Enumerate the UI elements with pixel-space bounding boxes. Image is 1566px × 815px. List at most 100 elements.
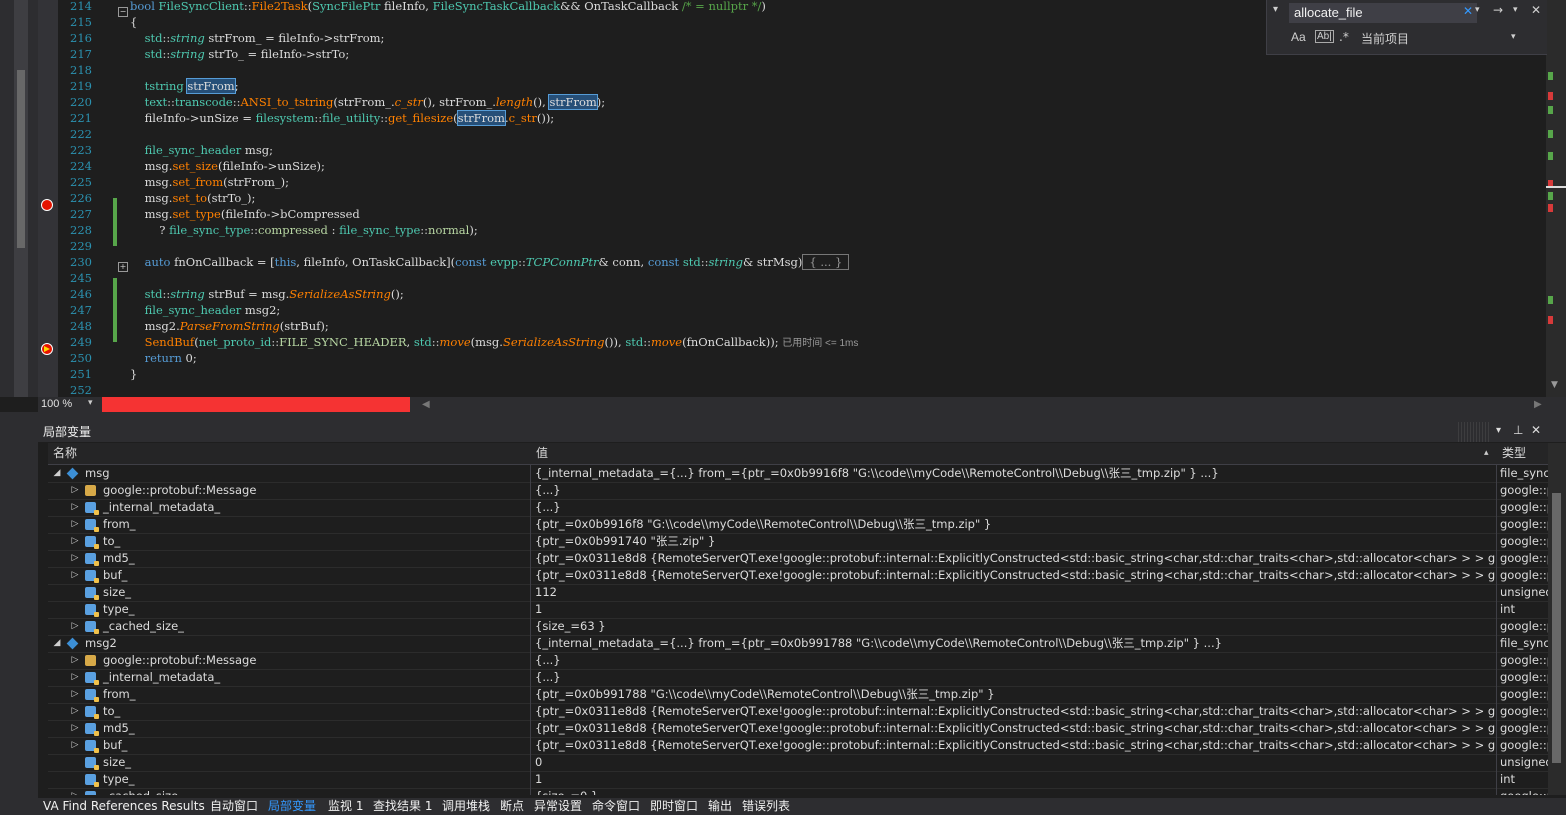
code-line[interactable]: 219 tstring strFrom; [58,78,1546,94]
scope-dropdown-icon[interactable]: ▾ [1511,32,1516,42]
scroll-left-icon[interactable]: ◀ [422,397,430,412]
scroll-right-icon[interactable]: ▶ [1534,397,1542,412]
expand-arrow-icon[interactable]: ▷ [70,482,80,499]
code-text[interactable]: fileInfo->unSize = filesystem::file_util… [130,110,554,126]
locals-row[interactable]: ▷ md5_ {ptr_=0x0311e8d8 {RemoteServerQT.ex… [48,720,1548,738]
expand-replace-chevron-icon[interactable]: ▾ [1273,4,1278,15]
close-panel-icon[interactable]: ✕ [1531,423,1541,437]
code-line[interactable]: 250 return 0; [58,350,1546,366]
tab-3[interactable]: 监视 1 [328,798,363,815]
tab-0[interactable]: VA Find References Results [43,798,205,815]
code-line[interactable]: 220 text::transcode::ANSI_to_tstring(str… [58,94,1546,110]
panel-splitter[interactable] [0,412,1566,422]
locals-scrollbar-thumb[interactable] [1552,493,1561,763]
code-line[interactable]: 229 [58,238,1546,254]
code-line[interactable]: 246 std::string strBuf = msg.SerializeAs… [58,286,1546,302]
variable-value[interactable]: {ptr_=0x0311e8d8 {RemoteServerQT.exe!goo… [535,737,1495,754]
code-text[interactable]: text::transcode::ANSI_to_tstring(strFrom… [130,94,605,110]
search-dropdown-icon[interactable]: ▾ [1475,5,1480,15]
code-text[interactable]: file_sync_header msg2; [130,302,281,318]
code-text[interactable]: file_sync_header msg; [130,142,273,158]
code-text[interactable]: return 0; [130,350,197,366]
zoom-level[interactable]: 100 % [41,397,72,412]
locals-row[interactable]: ▷ _cached_size_ {size_=63 } google::protobu… [48,618,1548,636]
code-text[interactable]: ? file_sync_type::compressed : file_sync… [130,222,477,238]
tab-2[interactable]: 局部变量 [268,798,316,815]
regex-toggle[interactable]: .* [1339,30,1349,44]
variable-value[interactable]: {ptr_=0x0311e8d8 {RemoteServerQT.exe!goo… [535,550,1495,567]
breakpoint-icon[interactable] [41,199,53,211]
locals-row[interactable]: ▷ from_ {ptr_=0x0b9916f8 "G:\\code\\myCode… [48,516,1548,534]
locals-row[interactable]: ▷ _internal_metadata_ {...} google::protobu… [48,669,1548,687]
expand-arrow-icon[interactable]: ▷ [70,788,80,795]
collapse-arrow-icon[interactable]: ◢ [52,465,62,482]
find-next-icon[interactable]: → [1493,3,1503,17]
code-text[interactable]: std::string strBuf = msg.SerializeAsStri… [130,286,404,302]
tab-8[interactable]: 命令窗口 [592,798,640,815]
code-text[interactable]: std::string strTo_ = fileInfo->strTo; [130,46,350,62]
tab-6[interactable]: 断点 [500,798,524,815]
locals-row[interactable]: type_ 1 int [48,601,1548,619]
collapse-region-icon[interactable]: − [118,7,128,17]
tab-5[interactable]: 调用堆栈 [442,798,490,815]
tab-4[interactable]: 查找结果 1 [373,798,432,815]
search-scope[interactable]: 当前项目 [1361,30,1409,47]
variable-value[interactable]: 1 [535,771,1495,788]
expand-arrow-icon[interactable]: ▷ [70,550,80,567]
expand-arrow-icon[interactable]: ▷ [70,618,80,635]
code-line[interactable]: 221 fileInfo->unSize = filesystem::file_… [58,110,1546,126]
code-text[interactable]: auto fnOnCallback = [this, fileInfo, OnT… [130,254,850,270]
code-line[interactable]: 226 msg.set_to(strTo_); [58,190,1546,206]
locals-row[interactable]: size_ 0 unsigned __int64 [48,754,1548,772]
code-line[interactable]: 223 file_sync_header msg; [58,142,1546,158]
code-text[interactable]: msg.set_size(fileInfo->unSize); [130,158,325,174]
locals-row[interactable]: ◢ msg {_internal_metadata_={...} from_={pt… [48,465,1548,483]
code-text[interactable]: { [130,14,137,30]
expand-arrow-icon[interactable]: ▷ [70,567,80,584]
tab-11[interactable]: 错误列表 [742,798,790,815]
code-text[interactable]: std::string strFrom_ = fileInfo->strFrom… [130,30,385,46]
variable-value[interactable]: {size_=63 } [535,618,1495,635]
variable-value[interactable]: {size_=0 } [535,788,1495,795]
tab-9[interactable]: 即时窗口 [650,798,698,815]
variable-value[interactable]: 112 [535,584,1495,601]
variable-value[interactable]: {ptr_=0x0311e8d8 {RemoteServerQT.exe!goo… [535,567,1495,584]
locals-row[interactable]: ▷ md5_ {ptr_=0x0311e8d8 {RemoteServerQT.ex… [48,550,1548,568]
expand-arrow-icon[interactable]: ▷ [70,533,80,550]
locals-row[interactable]: ◢ msg2 {_internal_metadata_={...} from_={p… [48,635,1548,653]
column-type[interactable]: 类型 [1502,443,1526,464]
variable-value[interactable]: {...} [535,482,1495,499]
tab-7[interactable]: 异常设置 [534,798,582,815]
variable-value[interactable]: {...} [535,652,1495,669]
locals-row[interactable]: ▷ _cached_size_ {size_=0 } google::protobuf… [48,788,1548,795]
expand-arrow-icon[interactable]: ▷ [70,703,80,720]
locals-row[interactable]: ▷ from_ {ptr_=0x0b991788 "G:\\code\\myCode… [48,686,1548,704]
code-text[interactable]: msg.set_to(strTo_); [130,190,256,206]
code-line[interactable]: 251} [58,366,1546,382]
whole-word-toggle[interactable]: Ab| [1315,30,1334,43]
locals-row[interactable]: ▷ to_ {ptr_=0x0b991740 "张三.zip" } google::p… [48,533,1548,551]
panel-menu-icon[interactable]: ▾ [1496,425,1501,436]
locals-row[interactable]: ▷ google::protobuf::Message {...} google::p… [48,652,1548,670]
variable-value[interactable]: {_internal_metadata_={...} from_={ptr_=0… [535,465,1495,482]
code-text[interactable]: } [130,366,137,382]
expand-arrow-icon[interactable]: ▷ [70,686,80,703]
expand-region-icon[interactable]: + [118,262,128,272]
code-line[interactable]: 228 ? file_sync_type::compressed : file_… [58,222,1546,238]
variable-value[interactable]: {ptr_=0x0b9916f8 "G:\\code\\myCode\\Remo… [535,516,1495,533]
locals-row[interactable]: ▷ to_ {ptr_=0x0311e8d8 {RemoteServerQT.exe… [48,703,1548,721]
code-text[interactable]: bool FileSyncClient::File2Task(SyncFileP… [130,0,766,14]
close-find-icon[interactable]: ✕ [1531,3,1541,17]
left-scrollbar-thumb[interactable] [17,70,25,248]
code-editor[interactable]: 214 bool FileSyncClient::File2Task(SyncFi… [58,0,1546,397]
expand-arrow-icon[interactable]: ▷ [70,499,80,516]
code-text[interactable]: msg.set_from(strFrom_); [130,174,289,190]
column-name[interactable]: 名称 [53,443,77,464]
variable-value[interactable]: {_internal_metadata_={...} from_={ptr_=0… [535,635,1495,652]
code-line[interactable]: 222 [58,126,1546,142]
variable-value[interactable]: {ptr_=0x0311e8d8 {RemoteServerQT.exe!goo… [535,703,1495,720]
collapse-arrow-icon[interactable]: ◢ [52,635,62,652]
variable-value[interactable]: {ptr_=0x0b991740 "张三.zip" } [535,533,1495,550]
column-sort-icon[interactable]: ▴ [1484,448,1489,458]
locals-row[interactable]: ▷ buf_ {ptr_=0x0311e8d8 {RemoteServerQT.ex… [48,737,1548,755]
